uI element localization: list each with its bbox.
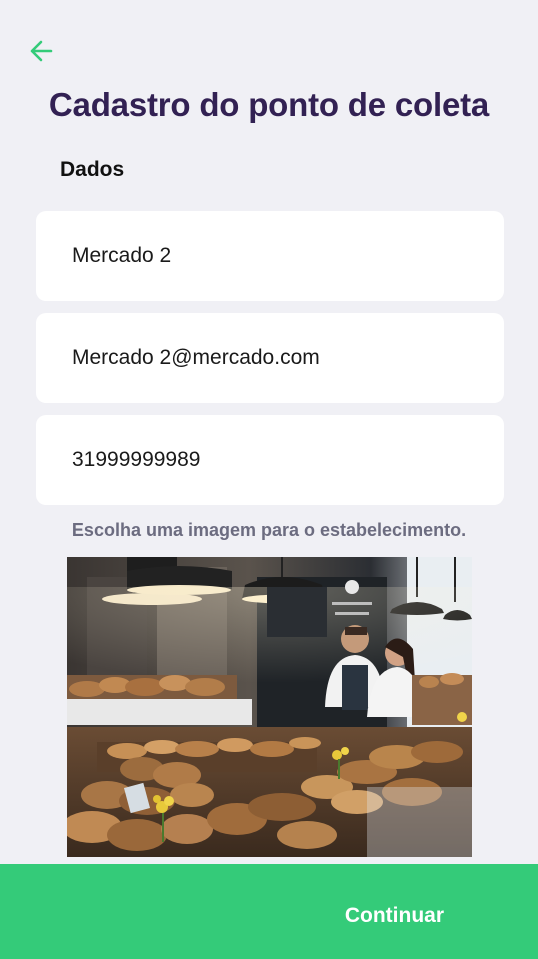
continue-button[interactable]: Continuar <box>0 864 538 959</box>
page-title: Cadastro do ponto de coleta <box>48 86 490 123</box>
phone-field-container <box>36 415 504 505</box>
section-title-dados: Dados <box>60 158 125 181</box>
name-input[interactable] <box>72 244 504 268</box>
email-field-container <box>36 313 504 403</box>
establishment-image-picker[interactable] <box>67 557 472 857</box>
email-input[interactable] <box>72 346 504 370</box>
back-button[interactable] <box>26 36 56 66</box>
phone-input[interactable] <box>72 448 504 472</box>
bakery-photo <box>67 557 472 857</box>
arrow-left-icon <box>30 40 53 62</box>
name-field-container <box>36 211 504 301</box>
continue-button-label: Continuar <box>344 904 444 927</box>
image-picker-hint: Escolha uma imagem para o estabeleciment… <box>71 520 467 540</box>
